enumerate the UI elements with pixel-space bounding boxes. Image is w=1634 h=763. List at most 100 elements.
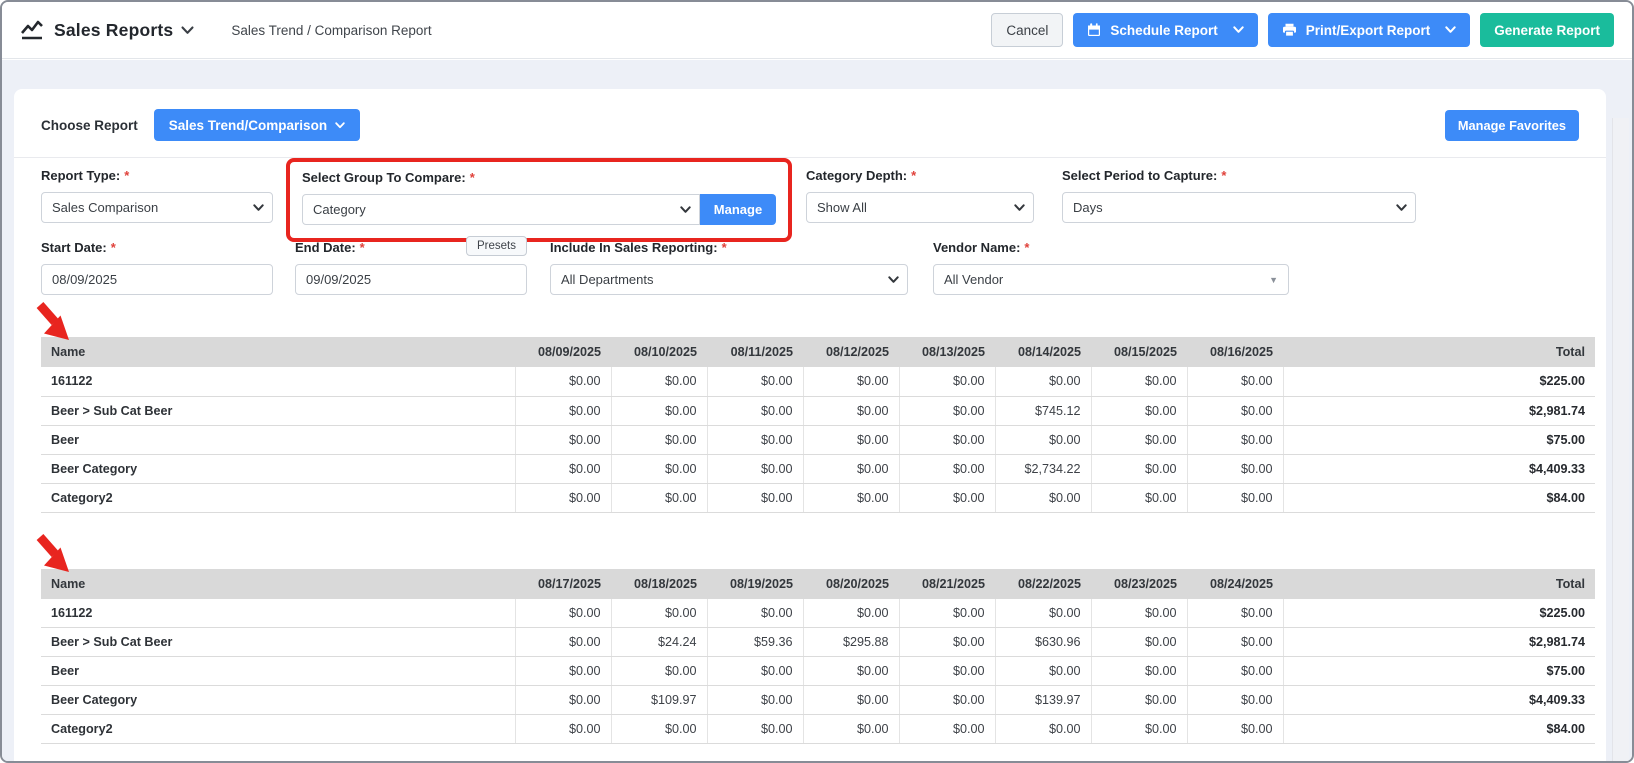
value-cell: $0.00 <box>899 425 995 454</box>
value-cell: $0.00 <box>611 657 707 686</box>
value-cell: $0.00 <box>1091 657 1187 686</box>
value-cell: $109.97 <box>611 686 707 715</box>
column-header-name: Name <box>41 337 515 367</box>
value-cell: $0.00 <box>1091 425 1187 454</box>
group-compare-highlight-box: Select Group To Compare:* Category Manag… <box>286 158 792 242</box>
print-export-report-button[interactable]: Print/Export Report <box>1268 13 1471 47</box>
vendor-select[interactable]: All Vendor ▼ <box>933 264 1289 295</box>
calendar-icon <box>1087 23 1101 37</box>
total-cell: $84.00 <box>1283 483 1595 512</box>
report-table-block-1: Name08/09/202508/10/202508/11/202508/12/… <box>41 337 1595 513</box>
presets-button[interactable]: Presets <box>466 236 527 256</box>
column-header-date: 08/18/2025 <box>611 569 707 599</box>
value-cell: $0.00 <box>803 686 899 715</box>
value-cell: $0.00 <box>899 628 995 657</box>
column-header-date: 08/24/2025 <box>1187 569 1283 599</box>
column-header-total: Total <box>1283 337 1595 367</box>
value-cell: $0.00 <box>611 599 707 628</box>
value-cell: $0.00 <box>611 483 707 512</box>
column-header-date: 08/12/2025 <box>803 337 899 367</box>
value-cell: $0.00 <box>803 425 899 454</box>
filters-section: Report Type:* Sales Comparison Select Gr… <box>41 158 1591 304</box>
period-select[interactable]: Days <box>1062 192 1416 223</box>
category-depth-select[interactable]: Show All <box>806 192 1034 223</box>
row-name-cell: 161122 <box>41 599 515 628</box>
chevron-down-icon[interactable] <box>1233 26 1244 34</box>
column-header-date: 08/23/2025 <box>1091 569 1187 599</box>
value-cell: $0.00 <box>707 599 803 628</box>
value-cell: $0.00 <box>899 686 995 715</box>
value-cell: $0.00 <box>1187 628 1283 657</box>
sales-chart-icon <box>20 20 44 40</box>
value-cell: $0.00 <box>707 657 803 686</box>
row-name-cell: Beer Category <box>41 686 515 715</box>
table-row: Beer > Sub Cat Beer$0.00$24.24$59.36$295… <box>41 628 1595 657</box>
value-cell: $0.00 <box>995 425 1091 454</box>
page-title: Sales Reports <box>54 20 173 41</box>
column-header-date: 08/09/2025 <box>515 337 611 367</box>
row-name-cell: Category2 <box>41 483 515 512</box>
value-cell: $0.00 <box>1091 628 1187 657</box>
column-header-date: 08/17/2025 <box>515 569 611 599</box>
value-cell: $59.36 <box>707 628 803 657</box>
chevron-down-icon <box>1396 204 1407 212</box>
value-cell: $0.00 <box>803 483 899 512</box>
value-cell: $0.00 <box>803 367 899 396</box>
table-row: Beer > Sub Cat Beer$0.00$0.00$0.00$0.00$… <box>41 396 1595 425</box>
value-cell: $0.00 <box>899 454 995 483</box>
row-name-cell: Beer Category <box>41 454 515 483</box>
value-cell: $0.00 <box>1091 686 1187 715</box>
end-date-field: End Date:* Presets 09/09/2025 <box>295 240 527 295</box>
value-cell: $0.00 <box>1187 425 1283 454</box>
vendor-label: Vendor Name:* <box>933 240 1289 255</box>
report-picker-button[interactable]: Sales Trend/Comparison <box>154 109 360 141</box>
total-cell: $4,409.33 <box>1283 454 1595 483</box>
manage-button[interactable]: Manage <box>700 194 776 225</box>
row-name-cell: Beer <box>41 425 515 454</box>
report-table-block-2: Name08/17/202508/18/202508/19/202508/20/… <box>41 569 1595 745</box>
value-cell: $0.00 <box>1187 454 1283 483</box>
column-header-date: 08/21/2025 <box>899 569 995 599</box>
start-date-input[interactable]: 08/09/2025 <box>41 264 273 295</box>
schedule-report-button[interactable]: Schedule Report <box>1073 13 1257 47</box>
value-cell: $0.00 <box>515 715 611 744</box>
include-sales-select[interactable]: All Departments <box>550 264 908 295</box>
value-cell: $0.00 <box>899 483 995 512</box>
vendor-field: Vendor Name:* All Vendor ▼ <box>933 240 1289 295</box>
column-header-date: 08/15/2025 <box>1091 337 1187 367</box>
choose-report-label: Choose Report <box>41 118 138 133</box>
table-row: 161122$0.00$0.00$0.00$0.00$0.00$0.00$0.0… <box>41 367 1595 396</box>
group-compare-select[interactable]: Category <box>302 194 700 225</box>
value-cell: $2,734.22 <box>995 454 1091 483</box>
chevron-down-icon[interactable] <box>181 26 194 35</box>
column-header-date: 08/13/2025 <box>899 337 995 367</box>
page-scrollbar[interactable] <box>1612 118 1629 761</box>
total-cell: $225.00 <box>1283 599 1595 628</box>
value-cell: $0.00 <box>803 715 899 744</box>
total-cell: $4,409.33 <box>1283 686 1595 715</box>
column-header-name: Name <box>41 569 515 599</box>
value-cell: $24.24 <box>611 628 707 657</box>
value-cell: $0.00 <box>515 599 611 628</box>
end-date-input[interactable]: 09/09/2025 <box>295 264 527 295</box>
cancel-button[interactable]: Cancel <box>991 13 1063 47</box>
value-cell: $0.00 <box>707 686 803 715</box>
chevron-down-icon[interactable] <box>1445 26 1456 34</box>
topbar-actions: Cancel Schedule Report Print/Export Repo… <box>991 13 1614 47</box>
value-cell: $0.00 <box>1187 396 1283 425</box>
value-cell: $0.00 <box>995 657 1091 686</box>
value-cell: $0.00 <box>1091 599 1187 628</box>
generate-report-button[interactable]: Generate Report <box>1480 13 1614 47</box>
content-area: Choose Report Sales Trend/Comparison Man… <box>2 60 1632 761</box>
value-cell: $0.00 <box>995 367 1091 396</box>
value-cell: $745.12 <box>995 396 1091 425</box>
column-header-date: 08/14/2025 <box>995 337 1091 367</box>
chevron-down-icon <box>680 206 691 214</box>
report-type-select[interactable]: Sales Comparison <box>41 192 273 223</box>
value-cell: $0.00 <box>803 396 899 425</box>
value-cell: $0.00 <box>707 425 803 454</box>
manage-favorites-button[interactable]: Manage Favorites <box>1445 110 1579 141</box>
start-date-field: Start Date:* 08/09/2025 <box>41 240 273 295</box>
value-cell: $0.00 <box>611 367 707 396</box>
row-name-cell: Beer > Sub Cat Beer <box>41 396 515 425</box>
